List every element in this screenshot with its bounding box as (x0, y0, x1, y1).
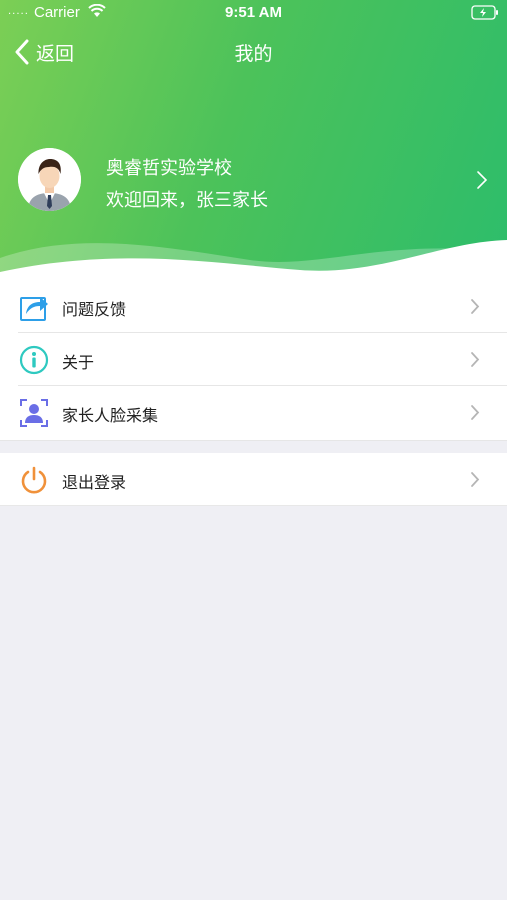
power-icon (21, 466, 47, 494)
menu-label-feedback: 问题反馈 (62, 300, 127, 319)
profile-card[interactable]: 奥睿哲实验学校 欢迎回来，张三家长 (18, 148, 498, 214)
menu-label-face-capture: 家长人脸采集 (62, 406, 159, 425)
menu-item-feedback[interactable]: 问题反馈 (0, 280, 507, 333)
chevron-right-icon (471, 299, 480, 314)
group-divider (0, 440, 507, 441)
menu-item-about[interactable]: 关于 (0, 333, 507, 386)
page-title: 我的 (234, 43, 273, 65)
chevron-right-icon (471, 472, 480, 487)
avatar (18, 148, 81, 211)
share-arrow-icon (20, 297, 48, 321)
school-name: 奥睿哲实验学校 (106, 158, 232, 179)
profile-header: ····· Carrier 9:51 AM 返回 我的 奥睿哲实验学校 欢迎回来… (0, 0, 507, 282)
user-avatar-icon (18, 148, 81, 211)
chevron-right-icon (477, 171, 488, 189)
info-icon (19, 345, 49, 375)
status-time: 9:51 AM (225, 4, 282, 21)
status-bar: ····· Carrier 9:51 AM (0, 0, 507, 26)
logout-group: 退出登录 (0, 453, 507, 506)
logout-button[interactable]: 退出登录 (0, 453, 507, 506)
face-scan-icon (20, 399, 48, 427)
logout-label: 退出登录 (62, 473, 127, 492)
welcome-text: 欢迎回来，张三家长 (106, 190, 268, 211)
menu-group: 问题反馈 关于 家长人脸采集 (0, 280, 507, 440)
chevron-right-icon (471, 352, 480, 367)
header-wave (0, 240, 507, 282)
menu-label-about: 关于 (62, 353, 95, 372)
chevron-right-icon (471, 405, 480, 420)
menu-item-face-capture[interactable]: 家长人脸采集 (0, 386, 507, 439)
battery-charging-icon (471, 5, 498, 20)
nav-bar: 返回 我的 (0, 34, 507, 70)
